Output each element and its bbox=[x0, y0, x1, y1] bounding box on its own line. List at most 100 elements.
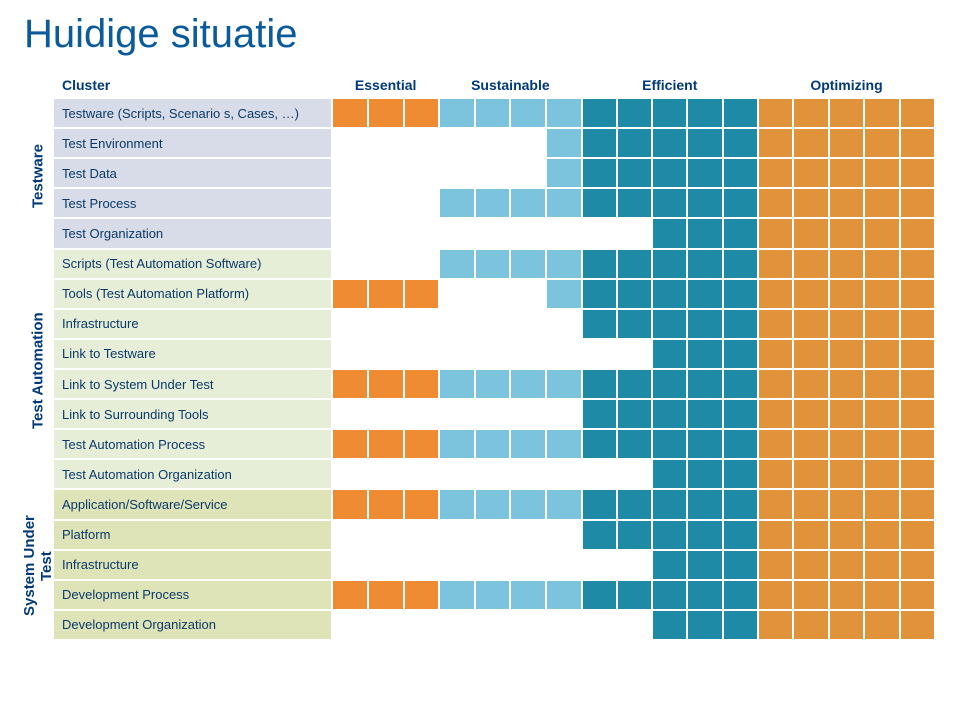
maturity-cell bbox=[900, 218, 935, 248]
maturity-cell bbox=[332, 279, 368, 309]
maturity-cell bbox=[582, 489, 617, 519]
maturity-cell bbox=[404, 580, 440, 610]
col-sustainable: Sustainable bbox=[439, 72, 581, 98]
maturity-cell bbox=[510, 249, 546, 279]
maturity-cell bbox=[332, 249, 368, 279]
maturity-cell bbox=[758, 580, 793, 610]
row-label: Testware (Scripts, Scenario s, Cases, …) bbox=[53, 98, 332, 128]
maturity-cell bbox=[864, 459, 899, 489]
row-label: Link to Testware bbox=[53, 339, 332, 369]
row-label: Test Automation Organization bbox=[53, 459, 332, 489]
maturity-cell bbox=[900, 399, 935, 429]
maturity-cell bbox=[546, 369, 582, 399]
maturity-cell bbox=[687, 610, 722, 640]
maturity-cell bbox=[546, 459, 582, 489]
maturity-cell bbox=[793, 520, 828, 550]
maturity-cell bbox=[475, 188, 511, 218]
maturity-cell bbox=[723, 158, 758, 188]
maturity-cell bbox=[332, 369, 368, 399]
maturity-cell bbox=[582, 188, 617, 218]
maturity-cell bbox=[652, 429, 687, 459]
maturity-cell bbox=[723, 98, 758, 128]
maturity-cell bbox=[864, 98, 899, 128]
table-row: Infrastructure bbox=[53, 550, 935, 580]
maturity-cell bbox=[617, 128, 652, 158]
maturity-cell bbox=[510, 128, 546, 158]
maturity-cell bbox=[475, 279, 511, 309]
maturity-cell bbox=[582, 279, 617, 309]
vlabel-testware: Testware bbox=[24, 101, 52, 251]
maturity-cell bbox=[723, 580, 758, 610]
maturity-cell bbox=[900, 249, 935, 279]
maturity-cell bbox=[368, 309, 404, 339]
table-row: Test Environment bbox=[53, 128, 935, 158]
maturity-cell bbox=[439, 520, 475, 550]
maturity-cell bbox=[829, 489, 864, 519]
maturity-cell bbox=[652, 158, 687, 188]
maturity-cell bbox=[829, 520, 864, 550]
maturity-cell bbox=[332, 158, 368, 188]
maturity-cell bbox=[864, 158, 899, 188]
row-label: Link to System Under Test bbox=[53, 369, 332, 399]
maturity-cell bbox=[723, 520, 758, 550]
maturity-cell bbox=[510, 459, 546, 489]
maturity-cell bbox=[404, 429, 440, 459]
table-row: Infrastructure bbox=[53, 309, 935, 339]
maturity-cell bbox=[652, 279, 687, 309]
table-row: Platform bbox=[53, 520, 935, 550]
maturity-cell bbox=[404, 459, 440, 489]
maturity-cell bbox=[582, 610, 617, 640]
maturity-cell bbox=[546, 279, 582, 309]
maturity-cell bbox=[475, 520, 511, 550]
maturity-cell bbox=[368, 249, 404, 279]
maturity-cell bbox=[829, 339, 864, 369]
maturity-cell bbox=[793, 459, 828, 489]
maturity-cell bbox=[617, 459, 652, 489]
row-label: Tools (Test Automation Platform) bbox=[53, 279, 332, 309]
maturity-cell bbox=[723, 610, 758, 640]
maturity-cell bbox=[404, 369, 440, 399]
maturity-cell bbox=[864, 580, 899, 610]
maturity-cell bbox=[582, 128, 617, 158]
maturity-cell bbox=[332, 520, 368, 550]
maturity-cell bbox=[723, 218, 758, 248]
maturity-cell bbox=[510, 610, 546, 640]
maturity-cell bbox=[510, 218, 546, 248]
maturity-cell bbox=[687, 550, 722, 580]
maturity-cell bbox=[793, 309, 828, 339]
maturity-cell bbox=[439, 98, 475, 128]
maturity-cell bbox=[723, 309, 758, 339]
maturity-cell bbox=[652, 399, 687, 429]
maturity-cell bbox=[404, 218, 440, 248]
maturity-cell bbox=[864, 309, 899, 339]
maturity-cell bbox=[829, 610, 864, 640]
maturity-cell bbox=[758, 489, 793, 519]
maturity-cell bbox=[475, 309, 511, 339]
maturity-cell bbox=[793, 218, 828, 248]
maturity-cell bbox=[475, 459, 511, 489]
maturity-cell bbox=[439, 218, 475, 248]
maturity-cell bbox=[475, 369, 511, 399]
maturity-cell bbox=[332, 309, 368, 339]
maturity-cell bbox=[864, 188, 899, 218]
maturity-cell bbox=[439, 429, 475, 459]
maturity-cell bbox=[652, 610, 687, 640]
maturity-cell bbox=[829, 429, 864, 459]
maturity-cell bbox=[404, 249, 440, 279]
maturity-cell bbox=[368, 459, 404, 489]
maturity-cell bbox=[652, 128, 687, 158]
maturity-cell bbox=[687, 339, 722, 369]
maturity-cell bbox=[723, 489, 758, 519]
maturity-cell bbox=[404, 339, 440, 369]
maturity-cell bbox=[510, 520, 546, 550]
col-efficient: Efficient bbox=[582, 72, 758, 98]
table-row: Link to Testware bbox=[53, 339, 935, 369]
maturity-cell bbox=[475, 550, 511, 580]
maturity-cell bbox=[546, 188, 582, 218]
maturity-cell bbox=[758, 339, 793, 369]
maturity-cell bbox=[687, 309, 722, 339]
maturity-cell bbox=[510, 158, 546, 188]
maturity-cell bbox=[687, 128, 722, 158]
maturity-cell bbox=[582, 369, 617, 399]
row-label: Test Environment bbox=[53, 128, 332, 158]
